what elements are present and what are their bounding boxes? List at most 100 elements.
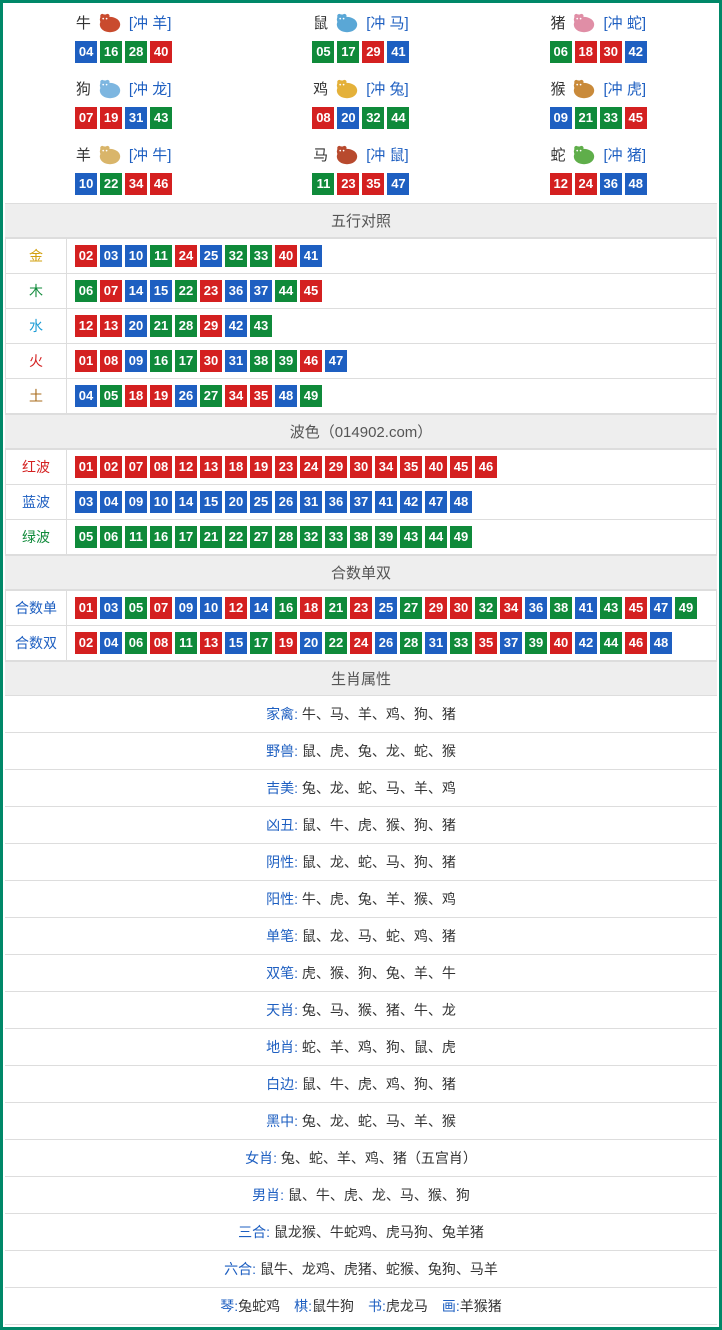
number-cell: 16: [100, 41, 122, 63]
number-cell: 45: [450, 456, 472, 478]
number-cell: 21: [325, 597, 347, 619]
number-cell: 21: [200, 526, 222, 548]
number-cell: 12: [75, 315, 97, 337]
wuxing-numbers: 04051819262734354849: [67, 379, 717, 414]
attr-row: 野兽: 鼠、虎、兔、龙、蛇、猴: [5, 733, 717, 770]
number-cell: 16: [150, 350, 172, 372]
number-cell: 46: [300, 350, 322, 372]
number-cell: 32: [362, 107, 384, 129]
zodiac-header: 鼠[冲 马]: [242, 9, 479, 35]
snake-icon: [567, 141, 601, 167]
zodiac-header: 羊 [冲 牛]: [5, 141, 242, 167]
number-cell: 14: [250, 597, 272, 619]
zodiac-clash: [冲 猪]: [603, 144, 646, 165]
number-cell: 49: [675, 597, 697, 619]
number-cell: 42: [625, 41, 647, 63]
number-cell: 29: [362, 41, 384, 63]
number-cell: 31: [125, 107, 147, 129]
number-cell: 36: [325, 491, 347, 513]
attr-value: 兔、龙、蛇、马、羊、鸡: [302, 780, 456, 796]
table-row: 蓝波03040910141520252631363741424748: [6, 485, 717, 520]
number-cell: 33: [250, 245, 272, 267]
number-cell: 47: [387, 173, 409, 195]
zodiac-name: 羊: [76, 144, 91, 165]
number-cell: 48: [275, 385, 297, 407]
table-row: 合数单0103050709101214161821232527293032343…: [6, 591, 717, 626]
number-cell: 15: [200, 491, 222, 513]
attr-label: 地肖:: [266, 1039, 302, 1055]
number-cell: 28: [175, 315, 197, 337]
zodiac-clash: [冲 鼠]: [366, 144, 409, 165]
number-cell: 05: [75, 526, 97, 548]
attr-value: 鼠、牛、虎、鸡、狗、猪: [302, 1076, 456, 1092]
zodiac-name: 鼠: [313, 12, 328, 33]
attr-label: 野兽:: [266, 743, 302, 759]
zodiac-numbers: 10223446: [5, 173, 242, 195]
bose-numbers: 0102070812131819232429303435404546: [67, 450, 717, 485]
table-row: 火0108091617303138394647: [6, 344, 717, 379]
number-cell: 29: [325, 456, 347, 478]
attr-value: 牛、虎、兔、羊、猴、鸡: [302, 891, 456, 907]
number-cell: 17: [337, 41, 359, 63]
attr-row: 白边: 鼠、牛、虎、鸡、狗、猪: [5, 1066, 717, 1103]
heshu-numbers: 0204060811131517192022242628313335373940…: [67, 626, 717, 661]
number-cell: 19: [275, 632, 297, 654]
number-cell: 11: [175, 632, 197, 654]
attr-label: 黑中:: [266, 1113, 302, 1129]
attr-value: 牛、马、羊、鸡、狗、猪: [302, 706, 456, 722]
zodiac-header: 猴[冲 虎]: [480, 75, 717, 101]
number-cell: 12: [225, 597, 247, 619]
number-cell: 17: [175, 526, 197, 548]
number-cell: 16: [150, 526, 172, 548]
number-cell: 39: [275, 350, 297, 372]
heshu-table: 合数单0103050709101214161821232527293032343…: [5, 590, 717, 661]
heshu-numbers: 0103050709101214161821232527293032343638…: [67, 591, 717, 626]
attr-value: 鼠、牛、虎、猴、狗、猪: [302, 817, 456, 833]
attr-label: 家禽:: [266, 706, 302, 722]
number-cell: 46: [150, 173, 172, 195]
number-cell: 23: [200, 280, 222, 302]
zodiac-header: 马[冲 鼠]: [242, 141, 479, 167]
number-cell: 10: [125, 245, 147, 267]
number-cell: 31: [225, 350, 247, 372]
number-cell: 34: [225, 385, 247, 407]
bose-table: 红波0102070812131819232429303435404546蓝波03…: [5, 449, 717, 555]
attr-row: 双笔: 虎、猴、狗、兔、羊、牛: [5, 955, 717, 992]
number-cell: 46: [625, 632, 647, 654]
number-cell: 22: [175, 280, 197, 302]
number-cell: 11: [150, 245, 172, 267]
number-cell: 07: [125, 456, 147, 478]
number-cell: 13: [200, 456, 222, 478]
number-cell: 16: [275, 597, 297, 619]
main-container: 牛[冲 羊]04162840鼠[冲 马]05172941猪[冲 蛇]061830…: [0, 0, 722, 1330]
zodiac-cell: 猴[冲 虎]09213345: [480, 71, 717, 137]
number-cell: 06: [100, 526, 122, 548]
number-cell: 35: [400, 456, 422, 478]
attr-value: 虎、猴、狗、兔、羊、牛: [302, 965, 456, 981]
number-cell: 41: [575, 597, 597, 619]
zodiac-cell: 羊 [冲 牛] 10223446: [5, 137, 242, 203]
zodiac-cell: 马[冲 鼠]11233547: [242, 137, 479, 203]
number-cell: 26: [275, 491, 297, 513]
number-cell: 30: [600, 41, 622, 63]
zodiac-name: 狗: [76, 78, 91, 99]
number-cell: 07: [100, 280, 122, 302]
zodiac-grid: 牛[冲 羊]04162840鼠[冲 马]05172941猪[冲 蛇]061830…: [5, 5, 717, 203]
attr-row: 黑中: 兔、龙、蛇、马、羊、猴: [5, 1103, 717, 1140]
attr-label: 阴性:: [266, 854, 302, 870]
bose-label: 绿波: [6, 520, 67, 555]
attr-label: 吉美:: [266, 780, 302, 796]
attr-value: 鼠、牛、虎、龙、马、猴、狗: [288, 1187, 470, 1203]
number-cell: 47: [425, 491, 447, 513]
zodiac-clash: [冲 牛]: [129, 144, 172, 165]
number-cell: 29: [200, 315, 222, 337]
attr-label: 男肖:: [252, 1187, 288, 1203]
attr-row: 家禽: 牛、马、羊、鸡、狗、猪: [5, 696, 717, 733]
number-cell: 15: [225, 632, 247, 654]
number-cell: 42: [400, 491, 422, 513]
attr-row-last: 琴:兔蛇鸡 棋:鼠牛狗 书:虎龙马 画:羊猴猪: [5, 1288, 717, 1325]
number-cell: 20: [300, 632, 322, 654]
heshu-label: 合数双: [6, 626, 67, 661]
wuxing-numbers: 02031011242532334041: [67, 239, 717, 274]
number-cell: 05: [100, 385, 122, 407]
